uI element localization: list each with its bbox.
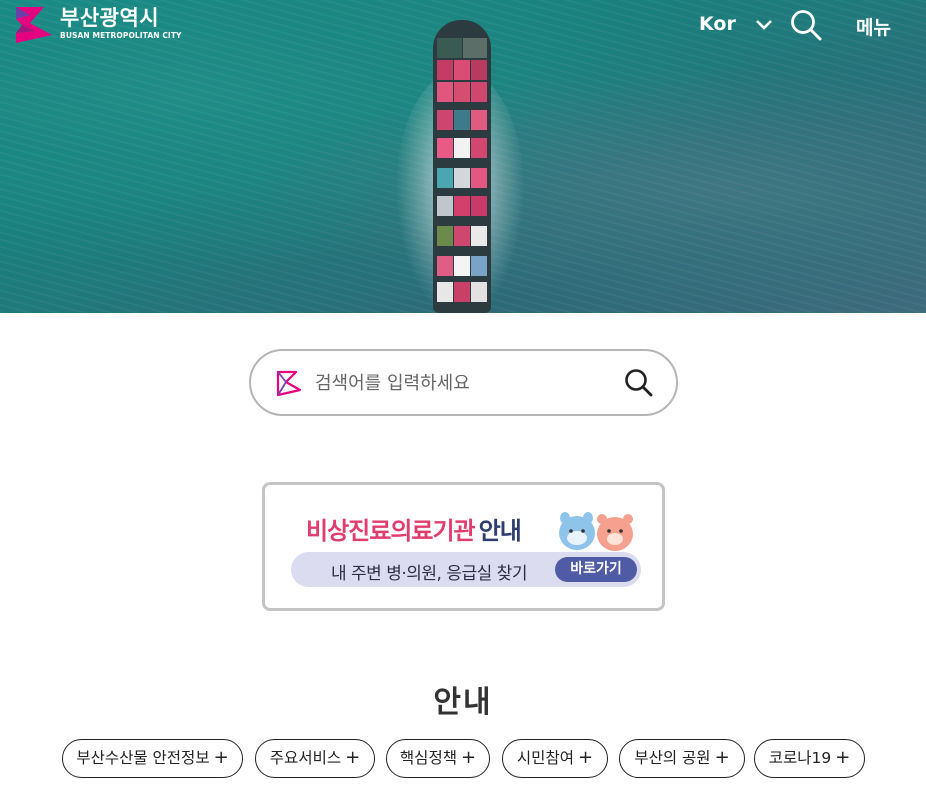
plus-icon: + xyxy=(714,747,730,768)
search-bar xyxy=(249,349,678,416)
plus-icon: + xyxy=(213,747,229,768)
chevron-down-icon[interactable] xyxy=(754,14,774,34)
chip-main-services[interactable]: 주요서비스 + xyxy=(255,739,375,778)
emergency-clinic-banner[interactable]: 비상진료의료기관 안내 내 주변 병·의원, 응급실 찾기 바로가기 xyxy=(262,482,665,611)
chip-label: 코로나19 xyxy=(768,749,832,767)
chip-seafood-safety[interactable]: 부산수산물 안전정보 + xyxy=(62,739,243,778)
logo-title: 부산광역시 xyxy=(60,6,160,30)
chip-covid19[interactable]: 코로나19 + xyxy=(754,739,865,778)
chip-label: 주요서비스 xyxy=(269,749,342,767)
busan-logo-icon xyxy=(276,370,302,397)
chip-busan-parks[interactable]: 부산의 공원 + xyxy=(619,739,745,778)
chip-label: 시민참여 xyxy=(516,749,574,767)
mascot-illustration xyxy=(559,512,633,551)
banner-subtitle: 내 주변 병·의원, 응급실 찾기 xyxy=(331,564,527,584)
chip-label: 부산의 공원 xyxy=(634,749,711,767)
chip-key-policies[interactable]: 핵심정책 + xyxy=(386,739,490,778)
plus-icon: + xyxy=(460,747,477,768)
logo-subtitle: BUSAN METROPOLITAN CITY xyxy=(60,31,182,40)
search-input[interactable] xyxy=(315,369,605,397)
info-section-title: 안내 xyxy=(433,685,493,720)
site-logo[interactable]: 부산광역시 BUSAN METROPOLITAN CITY xyxy=(14,5,182,45)
site-header: 부산광역시 BUSAN METROPOLITAN CITY Kor 메뉴 xyxy=(0,0,926,52)
plus-icon: + xyxy=(345,747,361,768)
banner-subtitle-bar: 내 주변 병·의원, 응급실 찾기 바로가기 xyxy=(291,552,641,587)
menu-button[interactable]: 메뉴 xyxy=(856,13,891,40)
chip-citizen-participation[interactable]: 시민참여 + xyxy=(502,739,608,778)
chip-label: 부산수산물 안전정보 xyxy=(76,749,210,767)
banner-go-button[interactable]: 바로가기 xyxy=(555,557,637,582)
language-selector[interactable]: Kor xyxy=(699,13,736,35)
banner-title-highlight: 비상진료의료기관 xyxy=(306,517,476,545)
plus-icon: + xyxy=(835,747,851,768)
banner-title-rest: 안내 xyxy=(478,517,522,545)
container-ship xyxy=(433,20,491,313)
chip-label: 핵심정책 xyxy=(399,749,457,767)
banner-title: 비상진료의료기관 안내 xyxy=(306,511,522,546)
plus-icon: + xyxy=(577,747,594,768)
busan-logo-icon xyxy=(16,7,52,43)
search-icon[interactable] xyxy=(623,367,655,399)
search-icon[interactable] xyxy=(789,8,823,42)
